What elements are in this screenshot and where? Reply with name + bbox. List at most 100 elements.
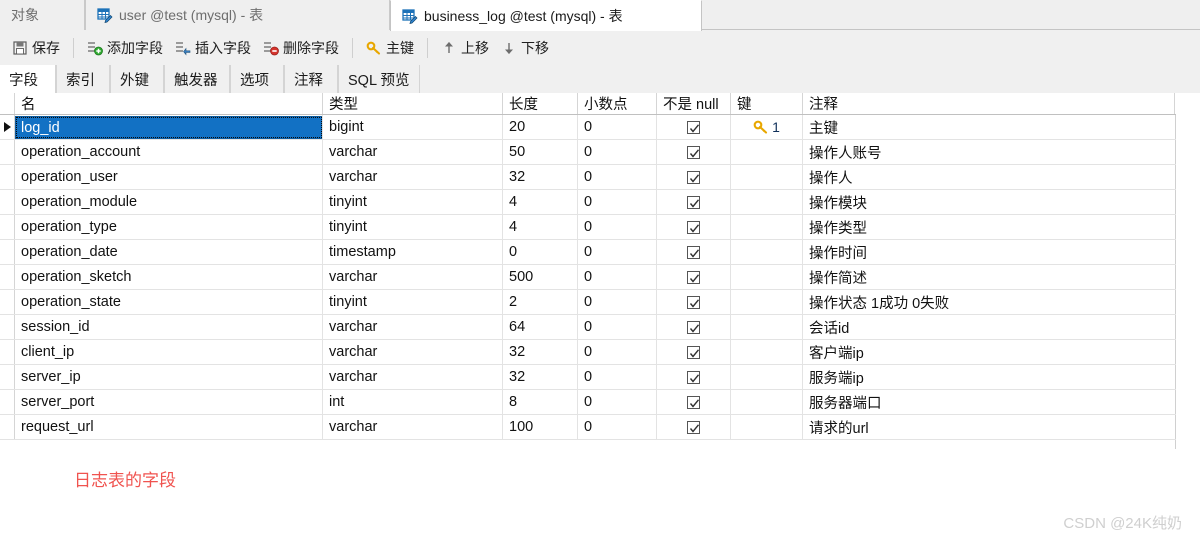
field-notnull-cell[interactable] [657,340,731,364]
field-notnull-cell[interactable] [657,315,731,339]
field-comment-cell[interactable]: 服务器端口 [803,390,1175,414]
field-key-cell[interactable] [731,315,803,339]
subtab-2[interactable]: 索引 [56,65,110,93]
column-header-2[interactable]: 类型 [323,93,503,114]
toolbar-button-1[interactable]: 保存 [6,35,66,61]
row-gutter[interactable] [0,190,15,214]
row-gutter[interactable] [0,390,15,414]
field-key-cell[interactable] [731,415,803,439]
row-gutter[interactable] [0,265,15,289]
field-decimals-cell[interactable]: 0 [578,165,657,189]
field-name-cell[interactable]: operation_account [15,140,323,164]
field-comment-cell[interactable]: 操作类型 [803,215,1175,239]
field-key-cell[interactable] [731,340,803,364]
toolbar-button-6[interactable]: 上移 [435,35,495,61]
grid-row[interactable]: session_id varchar 64 0 会话id [0,315,1176,340]
field-key-cell[interactable] [731,190,803,214]
toolbar-button-3[interactable]: 插入字段 [169,35,257,61]
field-key-cell[interactable] [731,390,803,414]
field-type-cell[interactable]: tinyint [323,190,503,214]
row-gutter[interactable] [0,290,15,314]
row-gutter[interactable] [0,215,15,239]
field-comment-cell[interactable]: 操作人 [803,165,1175,189]
field-notnull-cell[interactable] [657,290,731,314]
field-comment-cell[interactable]: 操作时间 [803,240,1175,264]
grid-row[interactable]: server_port int 8 0 服务器端口 [0,390,1176,415]
checkbox-checked-icon[interactable] [687,295,700,309]
field-key-cell[interactable] [731,240,803,264]
field-key-cell[interactable] [731,215,803,239]
grid-row[interactable]: operation_state tinyint 2 0 操作状态 1成功 0失败 [0,290,1176,315]
field-key-cell[interactable]: 1 [731,115,803,139]
field-key-cell[interactable] [731,165,803,189]
grid-row[interactable]: log_id bigint 20 0 1 主键 [0,115,1176,140]
subtab-5[interactable]: 选项 [230,65,284,93]
checkbox-checked-icon[interactable] [687,420,700,434]
field-name-cell[interactable]: operation_type [15,215,323,239]
field-name-cell[interactable]: operation_date [15,240,323,264]
field-notnull-cell[interactable] [657,140,731,164]
checkbox-checked-icon[interactable] [687,345,700,359]
field-comment-cell[interactable]: 客户端ip [803,340,1175,364]
field-notnull-cell[interactable] [657,190,731,214]
field-name-cell[interactable]: server_port [15,390,323,414]
field-type-cell[interactable]: varchar [323,415,503,439]
field-comment-cell[interactable]: 操作模块 [803,190,1175,214]
field-decimals-cell[interactable]: 0 [578,215,657,239]
field-notnull-cell[interactable] [657,165,731,189]
checkbox-checked-icon[interactable] [687,245,700,259]
grid-row[interactable]: server_ip varchar 32 0 服务端ip [0,365,1176,390]
field-type-cell[interactable]: varchar [323,140,503,164]
checkbox-checked-icon[interactable] [687,145,700,159]
field-name-cell[interactable]: session_id [15,315,323,339]
field-name-cell[interactable]: server_ip [15,365,323,389]
column-header-1[interactable]: 名 [15,93,323,114]
field-comment-cell[interactable]: 服务端ip [803,365,1175,389]
field-decimals-cell[interactable]: 0 [578,290,657,314]
subtab-3[interactable]: 外键 [110,65,164,93]
field-type-cell[interactable]: varchar [323,340,503,364]
field-length-cell[interactable]: 32 [503,365,578,389]
field-notnull-cell[interactable] [657,215,731,239]
field-decimals-cell[interactable]: 0 [578,140,657,164]
field-key-cell[interactable] [731,265,803,289]
row-gutter[interactable] [0,365,15,389]
field-name-cell[interactable]: operation_state [15,290,323,314]
editor-tab-1[interactable]: 对象 [0,0,85,30]
field-decimals-cell[interactable]: 0 [578,340,657,364]
field-notnull-cell[interactable] [657,415,731,439]
field-length-cell[interactable]: 500 [503,265,578,289]
column-header-7[interactable]: 注释 [803,93,1175,114]
field-key-cell[interactable] [731,140,803,164]
field-comment-cell[interactable]: 操作简述 [803,265,1175,289]
grid-row[interactable]: operation_user varchar 32 0 操作人 [0,165,1176,190]
field-notnull-cell[interactable] [657,365,731,389]
grid-row[interactable]: request_url varchar 100 0 请求的url [0,415,1176,440]
field-type-cell[interactable]: int [323,390,503,414]
field-length-cell[interactable]: 32 [503,165,578,189]
grid-row[interactable]: operation_account varchar 50 0 操作人账号 [0,140,1176,165]
subtab-4[interactable]: 触发器 [164,65,230,93]
grid-row[interactable]: client_ip varchar 32 0 客户端ip [0,340,1176,365]
field-decimals-cell[interactable]: 0 [578,240,657,264]
column-header-5[interactable]: 不是 null [657,93,731,114]
field-name-cell[interactable]: operation_module [15,190,323,214]
field-length-cell[interactable]: 100 [503,415,578,439]
field-comment-cell[interactable]: 操作人账号 [803,140,1175,164]
row-gutter[interactable] [0,165,15,189]
field-name-cell[interactable]: request_url [15,415,323,439]
checkbox-checked-icon[interactable] [687,320,700,334]
field-comment-cell[interactable]: 操作状态 1成功 0失败 [803,290,1175,314]
subtab-1[interactable]: 字段 [0,65,56,93]
checkbox-checked-icon[interactable] [687,170,700,184]
field-name-cell[interactable]: operation_sketch [15,265,323,289]
row-gutter[interactable] [0,415,15,439]
field-decimals-cell[interactable]: 0 [578,190,657,214]
field-length-cell[interactable]: 64 [503,315,578,339]
grid-row[interactable]: operation_module tinyint 4 0 操作模块 [0,190,1176,215]
field-decimals-cell[interactable]: 0 [578,115,657,139]
toolbar-button-4[interactable]: 删除字段 [257,35,345,61]
checkbox-checked-icon[interactable] [687,220,700,234]
field-decimals-cell[interactable]: 0 [578,415,657,439]
toolbar-button-5[interactable]: 主键 [360,35,420,61]
